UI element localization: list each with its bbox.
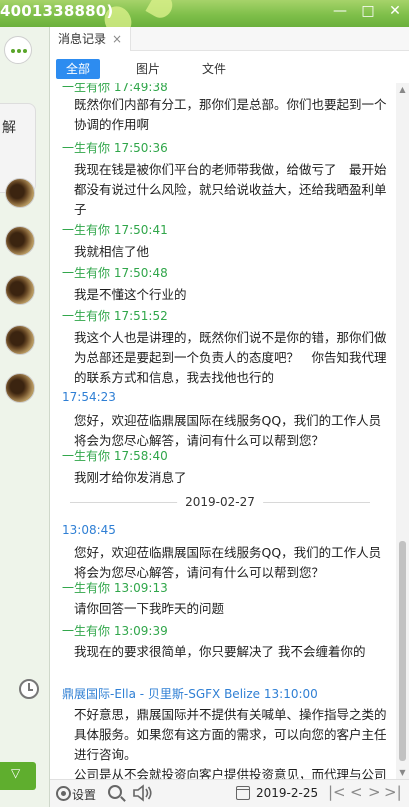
title-bar: 4001338880) — □ ✕ (0, 0, 409, 27)
avatar[interactable] (5, 226, 35, 256)
message-header: 一生有你 13:09:13 (62, 581, 168, 595)
gear-icon[interactable] (56, 786, 71, 801)
avatar[interactable] (5, 373, 35, 403)
message-header: 一生有你 17:51:52 (62, 309, 168, 323)
speaker-icon[interactable] (132, 784, 154, 802)
message-header: 鼎展国际-Ella - 贝里斯-SGFX Belize 13:10:00 (62, 687, 318, 701)
message-text: 既然你们内部有分工，那你们是总部。你们也要起到一个协调的作用啊 (74, 97, 387, 132)
date-picker-value[interactable]: 2019-2-25 (256, 786, 318, 800)
settings-label[interactable]: 设置 (72, 786, 96, 803)
message-text: 您好，欢迎莅临鼎展国际在线服务QQ，我们的工作人员将会为您尽心解答，请问有什么可… (74, 545, 382, 580)
tab-message-history[interactable]: 消息记录 × (50, 27, 132, 51)
message-text: 您好，欢迎莅临鼎展国际在线服务QQ，我们的工作人员将会为您尽心解答，请问有什么可… (74, 413, 382, 448)
first-page-icon[interactable]: |< (328, 783, 346, 801)
maximize-icon[interactable]: □ (354, 0, 382, 24)
tab-bar: 消息记录 × (50, 27, 409, 51)
message-header: 一生有你 17:50:36 (62, 141, 168, 155)
prev-page-icon[interactable]: < (350, 783, 363, 801)
bottom-toolbar: 设置 2019-2-25 |< < > >| (50, 779, 409, 807)
close-icon[interactable]: ✕ (381, 0, 409, 24)
more-options-button[interactable] (4, 36, 32, 64)
message-header: 一生有你 17:58:40 (62, 449, 168, 463)
avatar[interactable] (5, 275, 35, 305)
message-text: 请你回答一下我昨天的问题 (74, 601, 225, 616)
message-text: 不好意思，鼎展国际并不提供有关喊单、操作指导之类的具体服务。如果您有这方面的需求… (74, 707, 387, 762)
filter-all-button[interactable]: 全部 (56, 59, 100, 79)
date-separator: 2019-02-27 (70, 495, 370, 509)
dropdown-arrow: ▽ (11, 766, 21, 780)
message-header: 一生有你 13:09:39 (62, 624, 168, 638)
filter-bar: 全部 图片 文件 (50, 51, 409, 83)
message-header: 一生有你 17:50:41 (62, 223, 168, 237)
send-options-button[interactable]: ▽ (0, 762, 36, 790)
tab-close-icon[interactable]: × (112, 32, 122, 46)
search-icon[interactable] (108, 785, 122, 799)
bubble-text: 解 (2, 120, 16, 136)
minimize-icon[interactable]: — (326, 0, 354, 24)
message-header: 13:08:45 (62, 523, 116, 537)
message-list[interactable]: 一生有你 17:49:38 既然你们内部有分工，那你们是总部。你们也要起到一个协… (50, 83, 395, 779)
last-page-icon[interactable]: >| (384, 783, 402, 801)
message-text: 我就相信了他 (74, 244, 150, 259)
clock-icon[interactable] (19, 679, 39, 699)
avatar[interactable] (5, 178, 35, 208)
window-title: 4001338880) (0, 2, 114, 20)
scroll-up-icon[interactable]: ▲ (396, 83, 409, 96)
message-text: 我现在钱是被你们平台的老师带我做，给做亏了 最开始都没有说过什么风险，就只给说收… (74, 162, 387, 217)
calendar-icon[interactable] (236, 786, 250, 800)
message-text: 我刚才给你发消息了 (74, 470, 187, 485)
vertical-scrollbar[interactable]: ▲ ▼ (396, 83, 409, 779)
message-history-panel: 消息记录 × 全部 图片 文件 一生有你 17:49:38 既然你们内部有分工，那… (50, 27, 409, 807)
avatar[interactable] (5, 325, 35, 355)
message-text: 我这个人也是讲理的，既然你们说不是你的错，那你们做为总部还是要起到一个负责人的态… (74, 330, 387, 385)
message-text: 我现在的要求很简单，你只要解决了 我不会缠着你的 (74, 644, 366, 659)
filter-files-button[interactable]: 文件 (192, 59, 236, 79)
scroll-down-icon[interactable]: ▼ (396, 766, 409, 779)
next-page-icon[interactable]: > (368, 783, 381, 801)
message-header: 一生有你 17:50:48 (62, 266, 168, 280)
leaf-decoration (145, 0, 177, 22)
filter-images-button[interactable]: 图片 (126, 59, 170, 79)
message-header: 一生有你 17:49:38 (62, 83, 168, 94)
tab-label: 消息记录 (58, 32, 107, 46)
chat-sidebar: 解 ▽ (0, 27, 50, 807)
message-text: 我是不懂这个行业的 (74, 287, 187, 302)
message-header: 17:54:23 (62, 390, 116, 404)
message-text: 公司是从不会就投资向客户提供投资意见，而代理与公司的关系只是合作关系，客户与代理… (74, 767, 387, 779)
scroll-thumb[interactable] (399, 541, 406, 761)
